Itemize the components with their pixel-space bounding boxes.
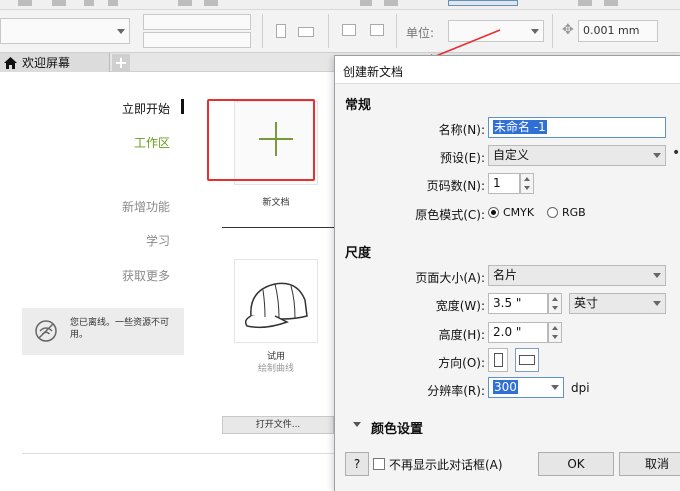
toolbar-button[interactable] (108, 0, 118, 6)
help-button[interactable]: ? (345, 452, 369, 476)
landscape-icon (519, 355, 535, 365)
pages-input[interactable]: 1 (488, 173, 520, 194)
all-pages-icon[interactable] (342, 24, 356, 36)
nav-get-more[interactable]: 获取更多 (122, 267, 170, 284)
ok-button[interactable]: OK (538, 452, 614, 476)
units-label: 单位: (406, 26, 435, 40)
dialog-title-bar: 创建新文档 (335, 56, 680, 84)
property-bar: 单位: ✥ 0.001 mm (0, 10, 680, 53)
nav-get-started[interactable]: 立即开始 (122, 100, 170, 117)
bottom-divider (22, 453, 334, 454)
toolbar-button[interactable] (52, 0, 66, 6)
size-section-heading: 尺度 (345, 246, 372, 261)
toolbar-button[interactable] (178, 0, 192, 6)
page-height-field[interactable] (143, 32, 251, 48)
height-value: 2.0 " (493, 325, 522, 339)
unit-value: 英寸 (574, 296, 599, 310)
resolution-dropdown[interactable]: 300 (488, 377, 564, 398)
resolution-label: 分辨率(R): (427, 384, 485, 398)
nav-workspace[interactable]: 工作区 (134, 134, 170, 151)
cmyk-radio[interactable] (488, 207, 499, 218)
template-tile[interactable] (234, 259, 318, 343)
offline-notice: 您已离线。一些资源不可用。 (22, 308, 184, 355)
landscape-icon[interactable] (298, 27, 314, 37)
standard-toolbar (0, 0, 680, 10)
offline-message: 您已离线。一些资源不可用。 (70, 318, 170, 340)
page-size-dropdown[interactable]: 名片 (488, 265, 666, 286)
page-size-label: 页面大小(A): (415, 271, 485, 285)
page-size-value: 名片 (493, 268, 518, 282)
width-label: 宽度(W): (435, 299, 485, 313)
current-page-icon[interactable] (370, 24, 384, 36)
rgb-label: RGB (562, 206, 586, 219)
toolbar-button[interactable] (384, 0, 398, 6)
landscape-option[interactable] (515, 348, 539, 372)
name-label: 名称(N): (438, 123, 485, 137)
name-value: 未命名 -1 (493, 120, 547, 134)
orientation-label: 方向(O): (438, 356, 485, 370)
tab-label: 欢迎屏幕 (22, 56, 71, 70)
toolbar-button[interactable] (604, 0, 618, 6)
nudge-icon: ✥ (562, 22, 574, 38)
page-width-field[interactable] (143, 14, 251, 30)
dont-show-label: 不再显示此对话框(A) (389, 458, 503, 472)
cancel-button[interactable]: 取消 (619, 452, 680, 476)
pages-value: 1 (493, 176, 501, 190)
portrait-icon[interactable] (276, 24, 286, 38)
offline-icon (34, 319, 58, 346)
toolbar-button[interactable] (84, 0, 94, 6)
color-settings-heading[interactable]: 颜色设置 (371, 418, 423, 437)
dialog-title: 创建新文档 (343, 65, 404, 79)
units-dropdown[interactable] (448, 20, 544, 42)
nav-active-indicator (181, 99, 184, 114)
dont-show-checkbox[interactable] (373, 458, 385, 470)
preset-label: 预设(E): (440, 151, 485, 165)
section-divider (222, 227, 334, 228)
height-label: 高度(H): (438, 328, 485, 342)
nav-learn[interactable]: 学习 (146, 232, 170, 249)
height-input[interactable]: 2.0 " (488, 322, 548, 343)
cap-drawing-icon (244, 282, 308, 329)
height-spinner[interactable] (548, 322, 562, 343)
pages-spinner[interactable] (520, 173, 534, 194)
add-tab-button[interactable]: + (112, 54, 130, 71)
expand-triangle-icon[interactable] (353, 422, 361, 427)
home-icon (0, 53, 20, 72)
pages-label: 页码数(N): (426, 179, 485, 193)
toolbar-button[interactable] (578, 0, 592, 6)
nudge-distance-field[interactable]: 0.001 mm (578, 20, 658, 42)
template-subtitle: 绘制曲线 (257, 364, 294, 374)
name-input[interactable]: 未命名 -1 (488, 117, 666, 138)
toolbar-button[interactable] (360, 0, 372, 6)
general-section-heading: 常规 (345, 98, 372, 113)
toolbar-button[interactable] (18, 0, 32, 6)
tab-welcome-screen[interactable]: 欢迎屏幕 (0, 53, 110, 72)
open-file-button[interactable]: 打开文件... (222, 416, 334, 434)
portrait-icon (494, 353, 503, 367)
page-size-dropdown[interactable] (0, 18, 130, 44)
create-new-document-dialog: 创建新文档 常规 名称(N): 未命名 -1 预设(E): 自定义 • 页码数(… (334, 55, 680, 491)
nav-whats-new[interactable]: 新增功能 (122, 198, 170, 215)
color-mode-label: 原色模式(C): (415, 208, 485, 222)
unit-dropdown[interactable]: 英寸 (569, 293, 666, 314)
rgb-radio[interactable] (547, 207, 558, 218)
toolbar-button[interactable] (204, 0, 218, 6)
zoom-field[interactable] (448, 0, 518, 6)
resolution-unit: dpi (571, 381, 590, 395)
resolution-value: 300 (493, 380, 518, 394)
width-value: 3.5 " (493, 296, 522, 310)
width-input[interactable]: 3.5 " (488, 293, 548, 314)
nudge-distance-value: 0.001 mm (583, 24, 640, 37)
width-spinner[interactable] (548, 293, 562, 314)
preset-value: 自定义 (493, 148, 530, 162)
portrait-option[interactable] (488, 348, 508, 372)
cmyk-label: CMYK (503, 206, 535, 219)
preset-options-icon[interactable]: • (672, 145, 680, 161)
preset-dropdown[interactable]: 自定义 (488, 145, 666, 166)
new-document-label: 新文档 (262, 198, 290, 208)
annotation-highlight-box (207, 99, 315, 181)
